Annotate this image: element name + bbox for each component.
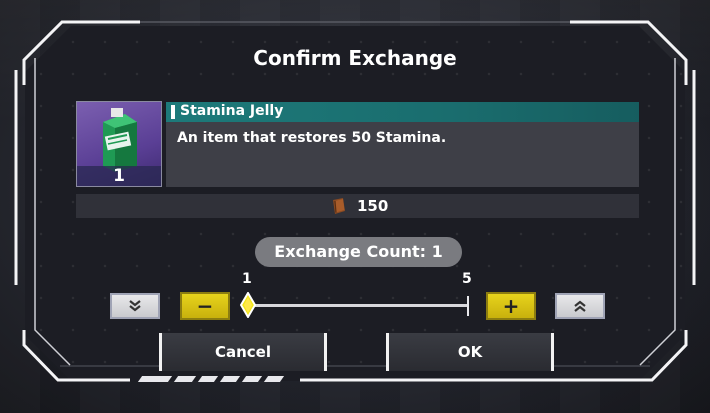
item-description-box: An item that restores 50 Stamina. xyxy=(166,122,639,187)
ok-label: OK xyxy=(457,343,483,361)
double-chevron-down-icon xyxy=(129,300,141,312)
cancel-edge-right xyxy=(324,333,327,371)
set-min-button[interactable] xyxy=(110,293,160,319)
double-chevron-up-icon xyxy=(574,300,586,312)
item-owned-count: 1 xyxy=(113,166,125,186)
item-name: Stamina Jelly xyxy=(180,103,284,119)
increment-button[interactable]: + xyxy=(486,292,536,320)
item-description: An item that restores 50 Stamina. xyxy=(177,130,447,146)
cancel-label: Cancel xyxy=(214,343,271,361)
plus-icon: + xyxy=(502,294,520,318)
slider-min-label: 1 xyxy=(242,271,252,287)
decrement-button[interactable]: − xyxy=(180,292,230,320)
cost-value: 150 xyxy=(357,197,389,215)
cancel-button[interactable]: Cancel xyxy=(159,333,327,371)
dialog-title: Confirm Exchange xyxy=(253,46,457,70)
item-thumbnail: 1 xyxy=(76,101,162,187)
set-max-button[interactable] xyxy=(555,293,605,319)
ok-button[interactable]: OK xyxy=(386,333,554,371)
minus-icon: − xyxy=(196,294,214,318)
slider-thumb[interactable] xyxy=(240,292,256,318)
stamina-jelly-icon xyxy=(103,108,137,172)
cost-bar: 150 xyxy=(76,194,639,218)
ok-edge-left xyxy=(386,333,389,371)
slider-max-label: 5 xyxy=(462,271,472,287)
currency-book-icon xyxy=(333,198,345,214)
item-name-bar: Stamina Jelly xyxy=(166,102,639,122)
name-accent xyxy=(171,105,175,119)
count-slider[interactable] xyxy=(248,304,468,307)
frame-dash xyxy=(137,376,173,382)
ok-edge-right xyxy=(551,333,554,371)
exchange-count-label: Exchange Count: 1 xyxy=(255,237,462,267)
cancel-edge-left xyxy=(159,333,162,371)
slider-end-cap xyxy=(467,296,469,316)
